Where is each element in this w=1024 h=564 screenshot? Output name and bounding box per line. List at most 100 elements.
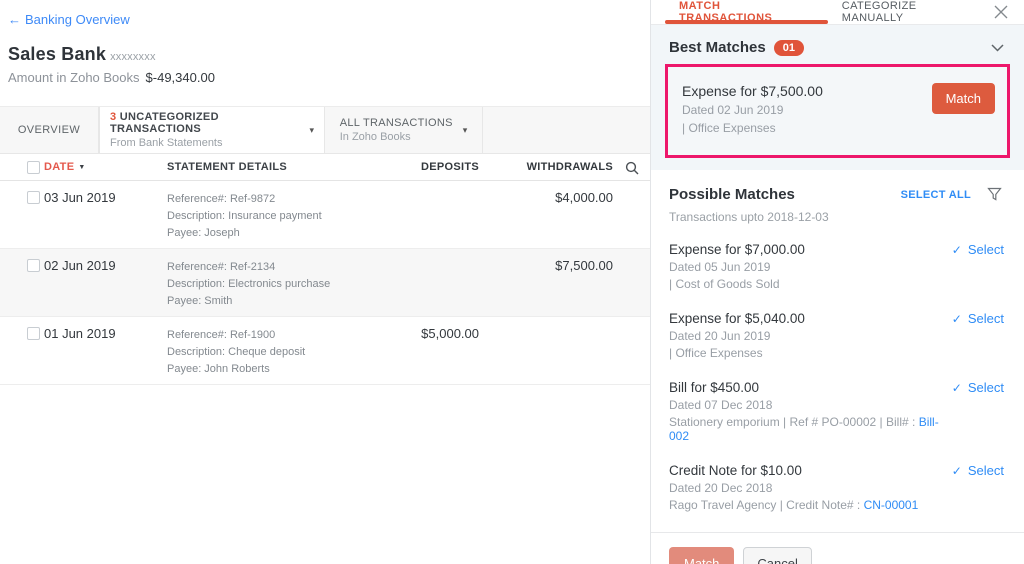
possible-match-info: Expense for $5,040.00 Dated 20 Jun 2019 … [669,311,805,360]
tab-uncategorized-labels: 3 UNCATEGORIZED TRANSACTIONS From Bank S… [110,111,299,149]
panel-footer: Match Cancel [651,532,1024,564]
chevron-down-icon[interactable]: ▾ [463,125,468,136]
check-icon: ✓ [952,312,962,326]
close-icon[interactable] [992,3,1010,21]
meta-text: | Cost of Goods Sold [669,277,780,291]
possible-match-date: Dated 05 Jun 2019 [669,260,805,274]
row-details: Reference#: Ref-1900 Description: Cheque… [167,317,369,378]
sort-desc-icon: ▼ [78,164,85,171]
tab-uncategorized-sub: From Bank Statements [110,137,299,149]
row-payee: Payee: John Roberts [167,361,369,378]
banking-app: ← Banking Overview Sales Bankxxxxxxxx Amo… [0,0,1024,564]
tab-all-labels: ALL TRANSACTIONS In Zoho Books [340,117,453,143]
back-link-label: Banking Overview [25,12,130,27]
row-payee: Payee: Joseph [167,225,369,242]
chevron-down-icon[interactable] [989,42,1006,54]
table-row[interactable]: 01 Jun 2019 Reference#: Ref-1900 Descrip… [0,317,650,385]
best-matches-count-badge: 01 [774,40,804,56]
row-spacer [613,249,650,250]
meta-link[interactable]: CN-00001 [864,498,919,512]
footer-match-button[interactable]: Match [669,547,734,564]
possible-match-title: Expense for $5,040.00 [669,311,805,326]
uncategorized-count: 3 [110,111,116,123]
row-reference: Reference#: Ref-9872 [167,191,369,208]
search-icon[interactable] [623,159,641,177]
row-details: Reference#: Ref-9872 Description: Insura… [167,181,369,242]
col-header-withdrawals: WITHDRAWALS [479,161,613,173]
amount-value: $-49,340.00 [146,70,215,85]
row-payee: Payee: Smith [167,293,369,310]
row-description: Description: Insurance payment [167,208,369,225]
select-link[interactable]: ✓ Select [942,463,1004,478]
possible-match-date: Dated 20 Dec 2018 [669,481,918,495]
possible-match-title: Bill for $450.00 [669,380,942,395]
best-matches-header[interactable]: Best Matches 01 [665,35,1010,64]
possible-match-date: Dated 07 Dec 2018 [669,398,942,412]
uncategorized-label: UNCATEGORIZED TRANSACTIONS [110,111,219,135]
possible-match-item: Expense for $7,000.00 Dated 05 Jun 2019 … [669,242,1004,291]
tab-bar-filler [483,107,650,153]
row-reference: Reference#: Ref-1900 [167,327,369,344]
statement-table: DATE▼ STATEMENT DETAILS DEPOSITS WITHDRA… [0,154,650,385]
best-matches-title: Best Matches [669,39,766,56]
row-checkbox-cell [0,181,44,204]
possible-match-title: Expense for $7,000.00 [669,242,805,257]
col-header-deposits: DEPOSITS [369,161,479,173]
row-reference: Reference#: Ref-2134 [167,259,369,276]
meta-text: | Office Expenses [669,346,763,360]
best-match-date: Dated 02 Jun 2019 [682,103,823,117]
best-match-highlight-annotation: Expense for $7,500.00 Dated 02 Jun 2019 … [665,64,1010,158]
tab-categorize-manually[interactable]: CATEGORIZE MANUALLY [828,0,992,24]
best-match-card: Expense for $7,500.00 Dated 02 Jun 2019 … [668,67,1007,155]
possible-matches-title: Possible Matches [669,186,795,203]
row-checkbox[interactable] [27,259,40,272]
meta-text: Rago Travel Agency | Credit Note# : [669,498,864,512]
back-arrow-icon: ← [8,12,21,27]
chevron-down-icon[interactable]: ▾ [309,125,314,136]
amount-label: Amount in Zoho Books [8,70,140,85]
tab-overview[interactable]: OVERVIEW [0,107,99,153]
possible-match-info: Expense for $7,000.00 Dated 05 Jun 2019 … [669,242,805,291]
table-row-selected[interactable]: 02 Jun 2019 Reference#: Ref-2134 Descrip… [0,249,650,317]
filter-funnel-icon[interactable] [985,185,1004,204]
possible-match-meta: Rago Travel Agency | Credit Note# : CN-0… [669,498,918,512]
row-description: Description: Cheque deposit [167,344,369,361]
possible-match-title: Credit Note for $10.00 [669,463,918,478]
footer-cancel-button[interactable]: Cancel [743,547,811,564]
select-all-checkbox-cell [0,161,44,174]
match-button[interactable]: Match [932,83,995,114]
table-header-row: DATE▼ STATEMENT DETAILS DEPOSITS WITHDRA… [0,154,650,181]
check-icon: ✓ [952,464,962,478]
row-description: Description: Electronics purchase [167,276,369,293]
col-header-date[interactable]: DATE▼ [44,161,167,173]
page-title: Sales Bankxxxxxxxx [8,44,642,65]
best-matches-section: Best Matches 01 Expense for $7,500.00 Da… [651,25,1024,170]
possible-match-info: Bill for $450.00 Dated 07 Dec 2018 Stati… [669,380,942,443]
row-checkbox[interactable] [27,191,40,204]
row-deposit [369,249,479,258]
view-tabs: OVERVIEW 3 UNCATEGORIZED TRANSACTIONS Fr… [0,106,650,154]
page-header: ← Banking Overview Sales Bankxxxxxxxx Amo… [0,0,650,85]
select-all-checkbox[interactable] [27,161,40,174]
tab-all-title: ALL TRANSACTIONS [340,117,453,129]
select-link[interactable]: ✓ Select [942,311,1004,326]
select-label: Select [968,463,1004,478]
select-link[interactable]: ✓Select [942,380,1004,395]
select-link[interactable]: ✓Select [942,242,1004,257]
possible-match-meta: | Office Expenses [669,346,805,360]
table-row[interactable]: 03 Jun 2019 Reference#: Ref-9872 Descrip… [0,181,650,249]
tab-all-sub: In Zoho Books [340,131,453,143]
row-date: 03 Jun 2019 [44,181,167,205]
account-number-mask: xxxxxxxx [110,51,156,63]
tab-uncategorized-transactions[interactable]: 3 UNCATEGORIZED TRANSACTIONS From Bank S… [99,107,325,153]
row-checkbox[interactable] [27,327,40,340]
tab-match-transactions[interactable]: MATCH TRANSACTIONS [665,0,828,24]
back-to-banking-overview-link[interactable]: ← Banking Overview [8,12,130,27]
tab-all-transactions[interactable]: ALL TRANSACTIONS In Zoho Books ▾ [325,107,483,153]
possible-match-meta: Stationery emporium | Ref # PO-00002 | B… [669,415,942,443]
select-all-link[interactable]: SELECT ALL [901,189,971,201]
row-deposit [369,181,479,190]
row-withdrawal [479,317,613,326]
best-match-category: | Office Expenses [682,121,823,135]
select-label: Select [968,311,1004,326]
